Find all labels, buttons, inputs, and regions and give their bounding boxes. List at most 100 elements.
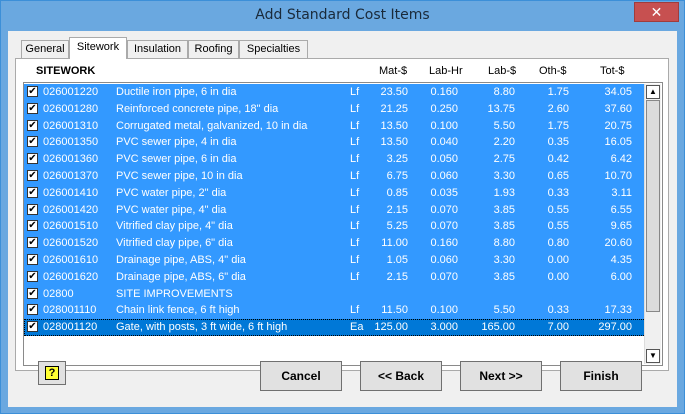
dialog-client: General Sitework Insulation Roofing Spec… [8, 31, 677, 407]
item-code: 026001520 [43, 237, 99, 250]
item-description: Drainage pipe, ABS, 4" dia [116, 254, 246, 266]
item-checkbox[interactable]: ✔ [27, 237, 38, 249]
item-checkbox[interactable]: ✔ [27, 220, 38, 232]
table-row[interactable]: ✔ 026001350 PVC sewer pipe, 4 in dia Lf 13.5… [24, 134, 646, 152]
checkmark-icon: ✔ [28, 304, 37, 316]
table-row[interactable]: ✔ 026001370 PVC sewer pipe, 10 in dia Lf 6.7… [24, 168, 646, 185]
item-checkbox[interactable]: ✔ [27, 153, 38, 165]
item-description: Drainage pipe, ABS, 6" dia [116, 270, 246, 283]
table-row[interactable]: ✔ 026001310 Corrugated metal, galvanized, … [24, 117, 646, 135]
item-description: Vitrified clay pipe, 4" dia [116, 220, 233, 233]
item-code: 026001370 [43, 170, 99, 182]
item-other-cost: 7.00 [547, 321, 569, 334]
item-description: Reinforced concrete pipe, 18" dia [116, 102, 279, 115]
table-row[interactable]: ✔ 026001280 Reinforced concrete pipe, 18" … [24, 100, 646, 118]
item-other-cost: 0.80 [547, 237, 569, 250]
item-checkbox[interactable]: ✔ [27, 186, 38, 198]
item-description: Corrugated metal, galvanized, 10 in dia [116, 119, 308, 132]
tab-sitework[interactable]: Sitework [69, 37, 127, 59]
item-total-cost: 297.00 [598, 321, 632, 334]
item-total-cost: 16.05 [604, 136, 632, 149]
item-labor-cost: 2.75 [493, 153, 515, 166]
title-bar[interactable]: Add Standard Cost Items ✕ [1, 1, 684, 31]
item-checkbox[interactable]: ✔ [27, 270, 38, 282]
item-description: Chain link fence, 6 ft high [116, 304, 240, 317]
checkmark-icon: ✔ [28, 254, 37, 265]
table-row[interactable]: ✔ 026001610 Drainage pipe, ABS, 4" dia Lf 1.… [24, 252, 646, 269]
table-row[interactable]: ✔ 026001520 Vitrified clay pipe, 6" dia Lf 1… [24, 235, 646, 253]
list-scrollbar[interactable]: ▲ ▼ [644, 84, 661, 364]
item-other-cost: 0.35 [547, 136, 569, 149]
cancel-button[interactable]: Cancel [260, 361, 342, 391]
item-labor-hours: 3.000 [430, 321, 458, 334]
scroll-down-icon[interactable]: ▼ [646, 349, 660, 363]
table-row[interactable]: ✔ 02800 SITE IMPROVEMENTS [24, 285, 646, 303]
item-labor-hours: 0.040 [430, 136, 458, 149]
next-button[interactable]: Next >> [460, 361, 542, 391]
scroll-up-icon[interactable]: ▲ [646, 85, 660, 99]
help-button[interactable]: ? [38, 361, 66, 385]
item-mat-cost: 5.25 [386, 220, 408, 233]
item-mat-cost: 13.50 [380, 119, 408, 132]
item-checkbox[interactable]: ✔ [27, 136, 38, 148]
item-other-cost: 0.00 [547, 270, 569, 283]
scroll-thumb[interactable] [646, 100, 660, 312]
item-mat-cost: 11.00 [381, 237, 408, 250]
tab-general[interactable]: General [21, 40, 69, 58]
item-mat-cost: 0.85 [386, 186, 408, 199]
item-labor-cost: 3.85 [493, 270, 515, 283]
item-labor-hours: 0.100 [430, 304, 458, 317]
item-labor-cost: 8.80 [493, 237, 515, 250]
help-icon: ? [45, 366, 59, 380]
item-checkbox[interactable]: ✔ [27, 304, 38, 316]
col-header-oth: Oth-$ [539, 65, 567, 77]
item-checkbox[interactable]: ✔ [27, 203, 38, 215]
tab-insulation[interactable]: Insulation [127, 40, 188, 58]
tab-roofing[interactable]: Roofing [188, 40, 239, 58]
table-row[interactable]: ✔ 026001220 Ductile iron pipe, 6 in dia Lf 2… [24, 84, 646, 101]
cost-items-list[interactable]: ✔ 028001120 Gate, with posts, 3 ft wide, 6… [23, 82, 663, 366]
item-code: 026001280 [43, 102, 99, 115]
item-other-cost: 1.75 [547, 86, 569, 98]
close-button[interactable]: ✕ [634, 2, 679, 22]
item-labor-cost: 5.50 [493, 119, 515, 132]
item-checkbox[interactable]: ✔ [27, 254, 38, 265]
item-description: Gate, with posts, 3 ft wide, 6 ft high [116, 321, 288, 334]
item-checkbox[interactable]: ✔ [27, 102, 38, 114]
table-row[interactable]: ✔ 026001360 PVC sewer pipe, 6 in dia Lf 3.25… [24, 151, 646, 169]
close-icon: ✕ [650, 4, 663, 20]
table-row[interactable]: ✔ 026001410 PVC water pipe, 2" dia Lf 0.85 0.… [24, 184, 646, 202]
table-row[interactable]: ✔ 028001110 Chain link fence, 6 ft high Lf 1… [24, 302, 646, 320]
item-labor-cost: 5.50 [493, 304, 515, 317]
checkmark-icon: ✔ [28, 102, 37, 114]
item-labor-cost: 3.85 [493, 220, 515, 233]
table-row[interactable]: ✔ 026001510 Vitrified clay pipe, 4" dia Lf 5… [24, 218, 646, 236]
item-code: 028001110 [43, 304, 97, 317]
item-checkbox[interactable]: ✔ [27, 170, 38, 181]
item-checkbox[interactable]: ✔ [27, 119, 38, 131]
item-code: 026001350 [43, 136, 99, 149]
table-row[interactable]: ✔ 028001120 Gate, with posts, 3 ft wide, 6… [24, 319, 646, 337]
back-button[interactable]: << Back [360, 361, 442, 391]
item-total-cost: 6.55 [610, 203, 632, 216]
item-checkbox[interactable]: ✔ [27, 86, 38, 97]
checkmark-icon: ✔ [28, 287, 37, 299]
item-checkbox[interactable]: ✔ [27, 321, 38, 333]
item-labor-cost: 3.85 [493, 203, 515, 216]
item-mat-cost: 11.50 [381, 304, 408, 317]
table-row[interactable]: ✔ 026001420 PVC water pipe, 4" dia Lf 2.15 0.… [24, 201, 646, 219]
item-labor-cost: 1.93 [493, 186, 515, 199]
item-checkbox[interactable]: ✔ [27, 287, 38, 299]
item-description: PVC water pipe, 2" dia [116, 186, 227, 199]
table-row[interactable]: ✔ 026001620 Drainage pipe, ABS, 6" dia Lf 2.… [24, 268, 646, 286]
item-other-cost: 0.42 [547, 153, 569, 166]
tab-specialties[interactable]: Specialties [239, 40, 308, 58]
window-title: Add Standard Cost Items [255, 7, 430, 23]
item-mat-cost: 125.00 [374, 321, 408, 334]
item-total-cost: 6.42 [610, 153, 632, 166]
finish-button[interactable]: Finish [560, 361, 642, 391]
checkmark-icon: ✔ [28, 119, 37, 131]
item-mat-cost: 3.25 [386, 153, 408, 166]
section-heading: SITEWORK [36, 65, 96, 77]
checkmark-icon: ✔ [28, 136, 37, 148]
